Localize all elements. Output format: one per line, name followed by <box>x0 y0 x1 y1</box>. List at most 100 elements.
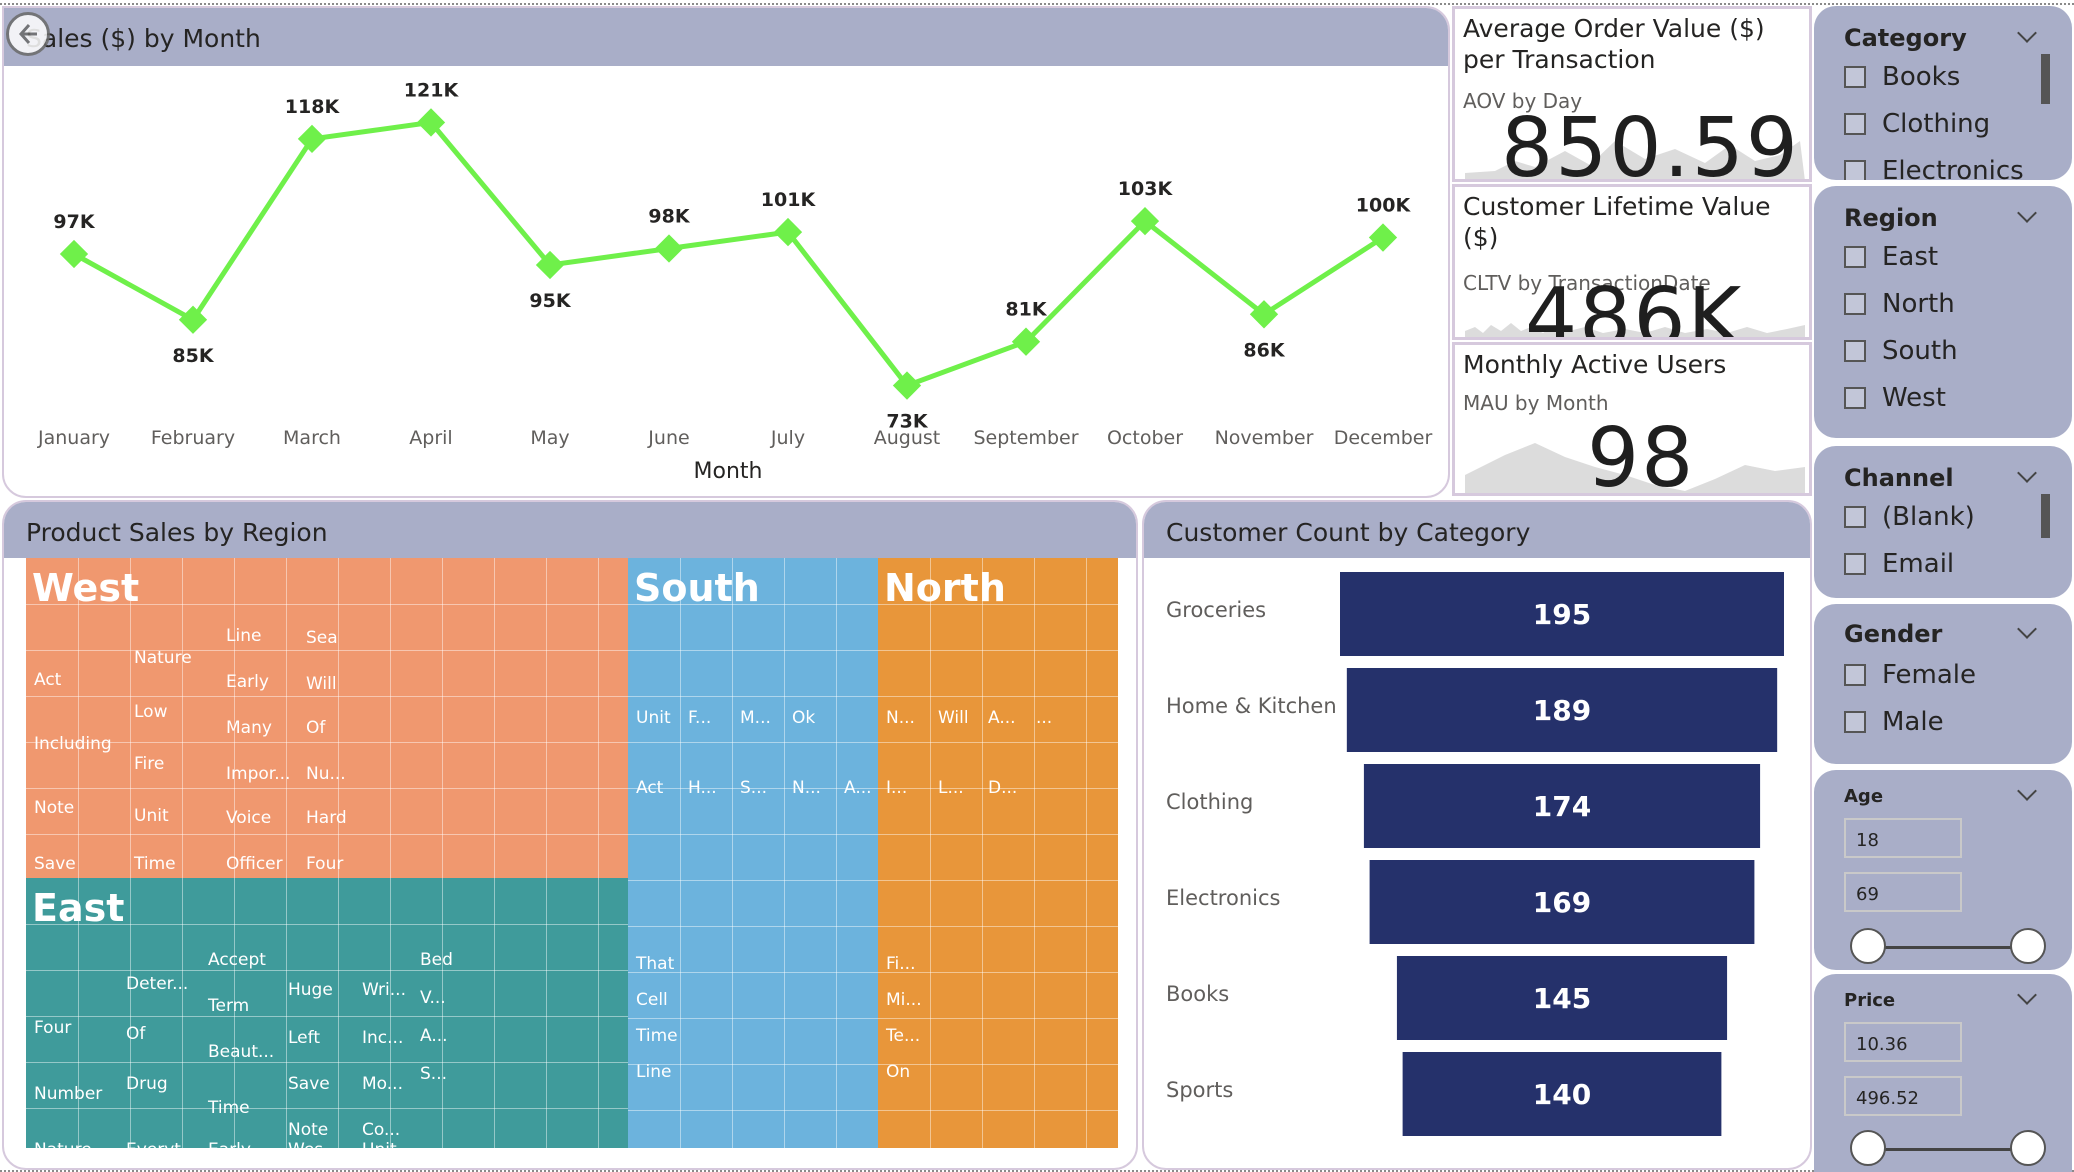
slicer-item-south[interactable]: South <box>1844 336 1958 366</box>
checkbox[interactable] <box>1844 340 1866 362</box>
treemap-tile-label: Number <box>34 1084 103 1104</box>
treemap-chart[interactable]: West Act Including Note Save Nature Low Fire Uni… <box>26 558 1118 1148</box>
age-max-input[interactable]: 69 <box>1844 872 1962 912</box>
customer-count-by-category-panel[interactable]: Customer Count by Category 195 Groceries 1… <box>1142 500 1812 1170</box>
chevron-down-icon[interactable] <box>2017 203 2037 223</box>
price-min-input[interactable]: 10.36 <box>1844 1022 1962 1062</box>
treemap-gridline <box>286 558 287 878</box>
mau-card[interactable]: Monthly Active Users MAU by Month 98 <box>1452 342 1812 496</box>
price-slicer[interactable]: Price 10.36 496.52 <box>1814 974 2072 1172</box>
treemap-gridline <box>878 926 1118 927</box>
treemap-tile-label: Note <box>34 798 75 818</box>
checkbox[interactable] <box>1844 387 1866 409</box>
checkbox[interactable] <box>1844 553 1866 575</box>
data-label: 81K <box>1005 299 1047 321</box>
treemap-region-label: North <box>884 566 1006 610</box>
data-point <box>297 124 327 154</box>
checkbox[interactable] <box>1844 113 1866 135</box>
chevron-down-icon[interactable] <box>2017 985 2037 1005</box>
treemap-gridline <box>338 558 339 878</box>
checkbox[interactable] <box>1844 711 1866 733</box>
treemap-tile-label: Early <box>208 1140 251 1148</box>
treemap-region-west: West Act Including Note Save Nature Low Fire Uni… <box>26 558 628 878</box>
slicer-item-blank[interactable]: (Blank) <box>1844 502 1975 532</box>
checkbox[interactable] <box>1844 506 1866 528</box>
treemap-tile-label: V... <box>420 988 446 1008</box>
channel-slicer[interactable]: Channel (Blank) Email <box>1814 446 2072 598</box>
x-tick-label: April <box>409 427 452 449</box>
scrollbar[interactable] <box>2041 54 2050 104</box>
slicer-item-email[interactable]: Email <box>1844 549 1954 579</box>
treemap-gridline <box>182 558 183 878</box>
treemap-tile-label: D... <box>988 778 1018 798</box>
x-tick-label: October <box>1107 427 1183 449</box>
price-slider-max-handle[interactable] <box>2010 1130 2046 1166</box>
checkbox[interactable] <box>1844 293 1866 315</box>
treemap-gridline <box>26 1016 628 1017</box>
aov-card[interactable]: Average Order Value ($) per Transaction … <box>1452 6 1812 182</box>
checkbox[interactable] <box>1844 160 1866 180</box>
back-arrow-icon[interactable] <box>6 12 50 56</box>
chevron-down-icon[interactable] <box>2017 619 2037 639</box>
mau-value: 98 <box>1587 411 1696 496</box>
sales-line-chart[interactable]: 97K January 85K February 118K March 121K April 9… <box>4 66 1450 496</box>
treemap-tile-label: Fi... <box>886 954 916 974</box>
treemap-gridline <box>878 834 1118 835</box>
treemap-tile-label: Te... <box>886 1026 921 1046</box>
x-tick-label: December <box>1334 427 1433 449</box>
slicer-item-east[interactable]: East <box>1844 242 1938 272</box>
age-slicer[interactable]: Age 18 69 <box>1814 770 2072 970</box>
slicer-title: Region <box>1844 204 1938 232</box>
checkbox[interactable] <box>1844 246 1866 268</box>
treemap-gridline <box>878 742 1118 743</box>
slicer-item-books[interactable]: Books <box>1844 62 1960 92</box>
checkbox[interactable] <box>1844 66 1866 88</box>
treemap-region-label: East <box>32 886 125 930</box>
treemap-gridline <box>732 558 733 1148</box>
x-tick-label: June <box>647 427 689 449</box>
slicer-title: Gender <box>1844 620 1943 648</box>
slicer-item-clothing[interactable]: Clothing <box>1844 109 1990 139</box>
slicer-item-female[interactable]: Female <box>1844 660 1976 690</box>
funnel-category-label: Clothing <box>1166 790 1253 814</box>
scrollbar[interactable] <box>2041 494 2050 538</box>
treemap-tile-label: F... <box>688 708 712 728</box>
treemap-tile-label: Unit <box>362 1140 397 1148</box>
treemap-gridline <box>982 558 983 1148</box>
price-slider-min-handle[interactable] <box>1850 1130 1886 1166</box>
treemap-tile-label: A... <box>420 1026 448 1046</box>
age-slider-max-handle[interactable] <box>2010 928 2046 964</box>
gender-slicer[interactable]: Gender Female Male <box>1814 604 2072 764</box>
treemap-tile-label: Including <box>34 734 112 754</box>
product-sales-by-region-panel[interactable]: Product Sales by Region West Act Including… <box>2 500 1138 1170</box>
treemap-gridline <box>26 650 628 651</box>
chevron-down-icon[interactable] <box>2017 463 2037 483</box>
panel-title: Customer Count by Category <box>1166 518 1531 547</box>
funnel-chart[interactable]: 195 Groceries 189 Home & Kitchen 174 Clothing… <box>1144 558 1812 1158</box>
treemap-tile-label: L... <box>938 778 964 798</box>
treemap-gridline <box>628 696 878 697</box>
cltv-card[interactable]: Customer Lifetime Value ($) CLTV by Tran… <box>1452 184 1812 340</box>
treemap-gridline <box>878 696 1118 697</box>
funnel-value-label: 174 <box>1533 790 1591 823</box>
slicer-item-male[interactable]: Male <box>1844 707 1944 737</box>
region-slicer[interactable]: Region East North South West <box>1814 186 2072 438</box>
treemap-tile-label: Unit <box>636 708 671 728</box>
price-max-input[interactable]: 496.52 <box>1844 1076 1962 1116</box>
age-min-input[interactable]: 18 <box>1844 818 1962 858</box>
x-axis-title: Month <box>694 459 763 484</box>
age-slider-min-handle[interactable] <box>1850 928 1886 964</box>
checkbox[interactable] <box>1844 664 1866 686</box>
funnel-category-label: Sports <box>1166 1078 1233 1102</box>
treemap-gridline <box>1034 558 1035 1148</box>
treemap-gridline <box>26 696 628 697</box>
slicer-item-electronics[interactable]: Electronics <box>1844 156 2024 180</box>
slicer-item-north[interactable]: North <box>1844 289 1955 319</box>
sales-by-month-panel[interactable]: Sales ($) by Month 97K January 85K February… <box>2 6 1450 498</box>
treemap-tile-label: Fire <box>134 754 165 774</box>
slicer-item-west[interactable]: West <box>1844 383 1946 413</box>
chevron-down-icon[interactable] <box>2017 781 2037 801</box>
treemap-tile-label: Wri... <box>362 980 406 1000</box>
category-slicer[interactable]: Category Books Clothing Electronics <box>1814 6 2072 180</box>
chevron-down-icon[interactable] <box>2017 23 2037 43</box>
